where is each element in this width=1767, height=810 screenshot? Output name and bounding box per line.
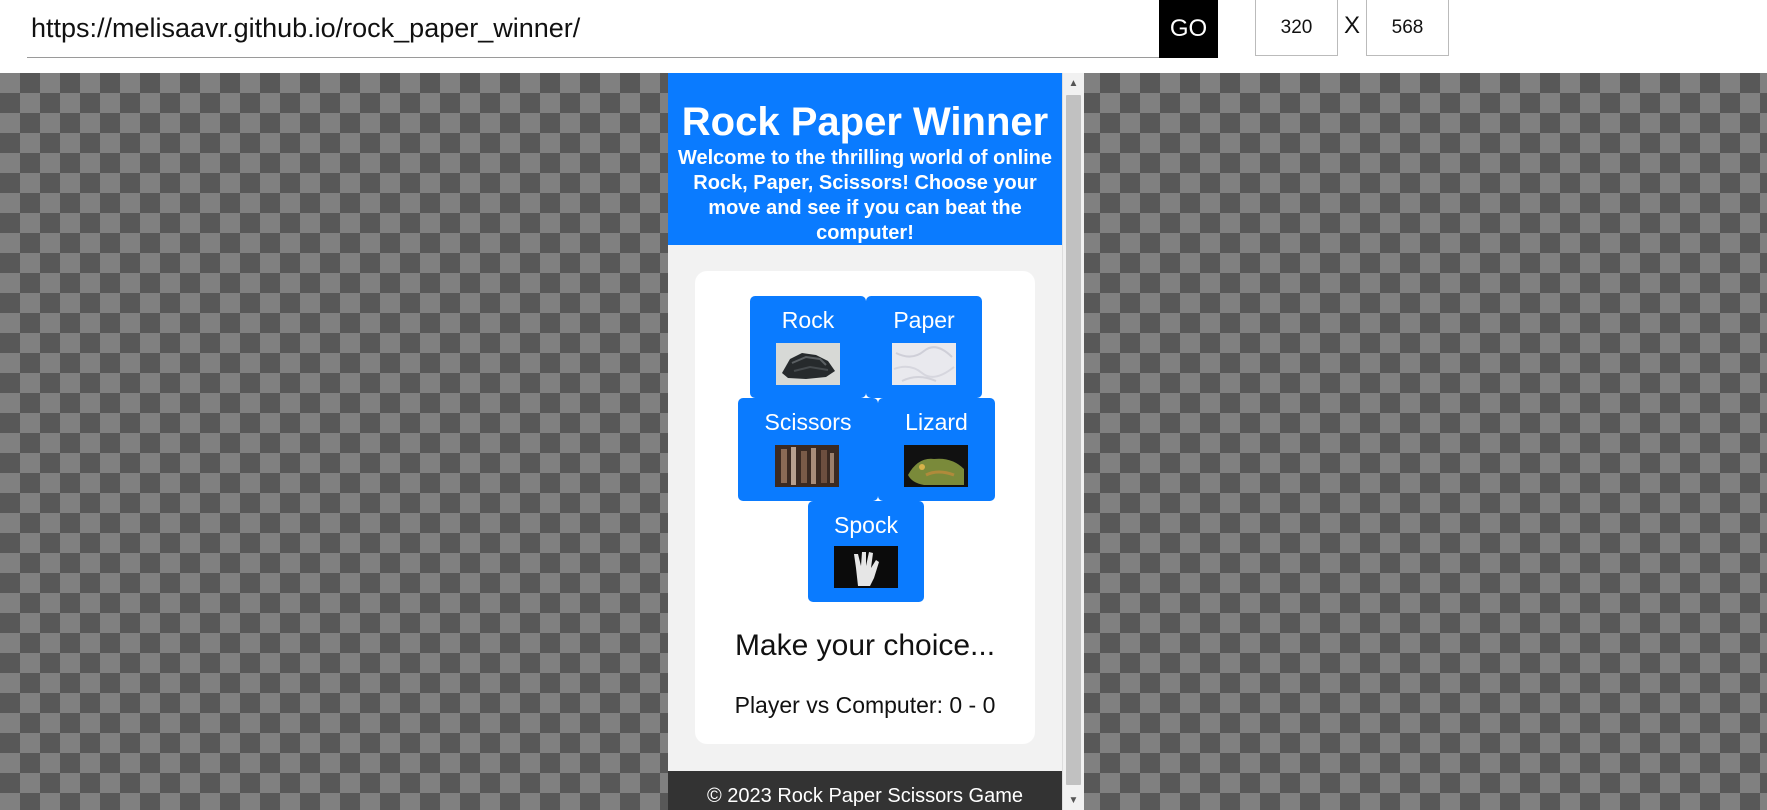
paper-button[interactable]: Paper: [866, 296, 982, 398]
choice-label-scissors: Scissors: [764, 409, 852, 435]
page-title: Rock Paper Winner: [681, 100, 1049, 144]
choice-label-rock: Rock: [781, 307, 835, 333]
choice-label-lizard: Lizard: [905, 409, 968, 435]
site-footer: © 2023 Rock Paper Scissors Game: [668, 771, 1062, 810]
viewport-height-input[interactable]: [1366, 0, 1449, 56]
rock-button[interactable]: Rock: [750, 296, 866, 398]
page-content: Rock Paper Winner Welcome to the thrilli…: [668, 73, 1062, 810]
url-input[interactable]: [27, 0, 1159, 58]
site-header: Rock Paper Winner Welcome to the thrilli…: [668, 73, 1062, 245]
scroll-up-arrow-icon[interactable]: ▲: [1063, 73, 1084, 93]
scissors-button[interactable]: Scissors: [738, 398, 878, 501]
scrollbar[interactable]: ▲ ▼: [1062, 73, 1084, 810]
go-button[interactable]: GO: [1159, 0, 1218, 58]
preview-toolbar: GO X: [0, 0, 1767, 73]
lizard-image: [904, 445, 968, 487]
choice-label-spock: Spock: [834, 512, 898, 538]
scroll-thumb[interactable]: [1066, 95, 1081, 785]
spock-button[interactable]: Spock: [808, 501, 924, 602]
rock-image: [776, 343, 840, 385]
scroll-down-arrow-icon[interactable]: ▼: [1063, 790, 1084, 810]
status-message: Make your choice...: [734, 629, 996, 662]
viewport-width-input[interactable]: [1255, 0, 1338, 56]
spock-image: [834, 546, 898, 588]
choice-label-paper: Paper: [893, 307, 955, 333]
intro-text: Welcome to the thrilling world of online…: [677, 147, 1053, 244]
dimension-separator: X: [1344, 12, 1361, 39]
lizard-button[interactable]: Lizard: [878, 398, 995, 501]
score-display: Player vs Computer: 0 - 0: [734, 692, 996, 718]
paper-image: [892, 343, 956, 385]
scissors-image: [775, 445, 839, 487]
game-card: Rock Paper Scissors Lizard Spock Make yo…: [695, 271, 1035, 744]
device-viewport: Rock Paper Winner Welcome to the thrilli…: [668, 73, 1084, 810]
